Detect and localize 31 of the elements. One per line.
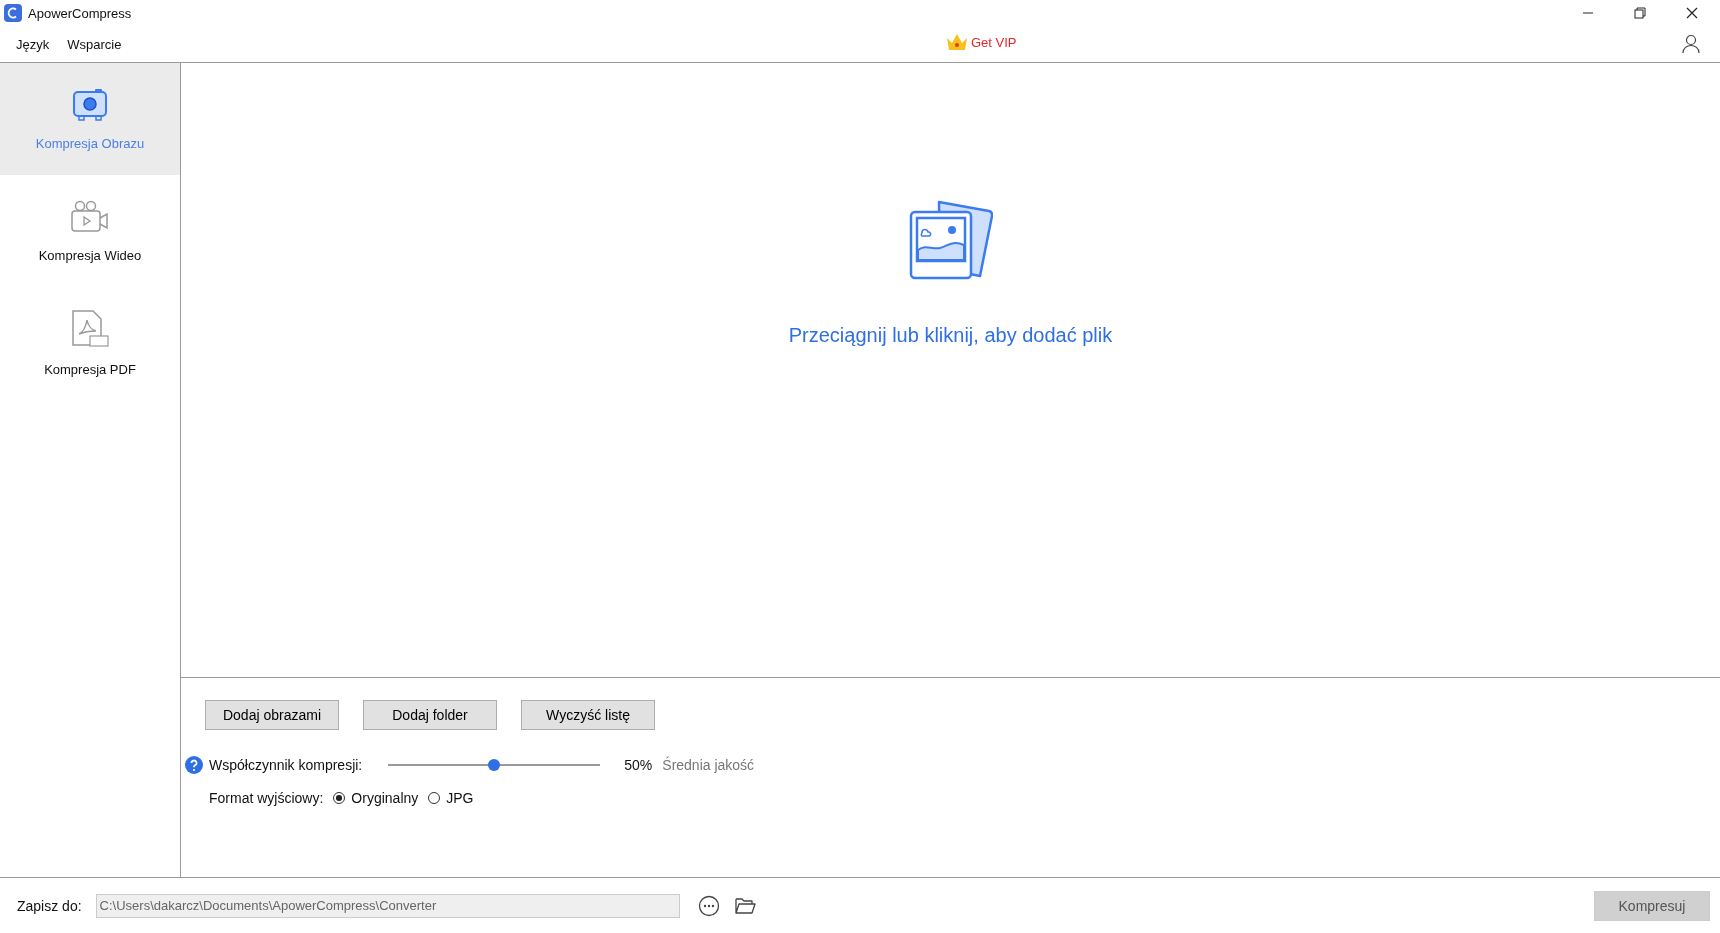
menu-item[interactable]: Język bbox=[16, 36, 50, 52]
action-button[interactable]: Wyczyść listę bbox=[521, 700, 655, 730]
action-button[interactable]: Dodaj obrazami bbox=[205, 700, 339, 730]
photos-icon bbox=[908, 198, 993, 280]
close-icon[interactable] bbox=[1686, 7, 1698, 19]
pdf-file-icon bbox=[70, 309, 110, 348]
window-title: ApowerCompress bbox=[28, 5, 132, 21]
save-path-field[interactable]: C:\Users\dakarcz\Documents\ApowerCompress\Converter bbox=[95, 893, 680, 918]
format-label: Format wyjściowy: bbox=[209, 790, 324, 806]
save-label: Zapisz do: bbox=[17, 897, 82, 914]
menu-item[interactable]: Wsparcie bbox=[67, 36, 122, 52]
crown-icon bbox=[945, 32, 969, 52]
video-camera-icon bbox=[70, 199, 110, 234]
get-vip-link[interactable]: Get VIP bbox=[945, 32, 1017, 52]
quality-label: Średnia jakość bbox=[662, 757, 755, 773]
camera-icon bbox=[72, 87, 108, 122]
app-logo-icon bbox=[4, 4, 22, 22]
help-icon[interactable] bbox=[185, 756, 203, 774]
folder-icon[interactable] bbox=[733, 895, 756, 916]
format-radio[interactable]: JPG bbox=[428, 790, 474, 806]
sidebar-item[interactable]: Kompresja PDF bbox=[0, 287, 180, 399]
restore-icon[interactable] bbox=[1634, 7, 1646, 19]
more-icon[interactable] bbox=[697, 894, 720, 917]
user-icon[interactable] bbox=[1682, 34, 1700, 54]
drop-zone[interactable]: Przeciągnij lub kliknij, aby dodać plik bbox=[181, 63, 1720, 678]
drop-hint: Przeciągnij lub kliknij, aby dodać plik bbox=[788, 324, 1113, 347]
compression-percent: 50% bbox=[624, 757, 653, 773]
action-button[interactable]: Dodaj folder bbox=[363, 700, 497, 730]
format-radio[interactable]: Oryginalny bbox=[333, 790, 419, 806]
compression-label: Współczynnik kompresji: bbox=[209, 757, 363, 773]
sidebar-item[interactable]: Kompresja Wideo bbox=[0, 175, 180, 287]
